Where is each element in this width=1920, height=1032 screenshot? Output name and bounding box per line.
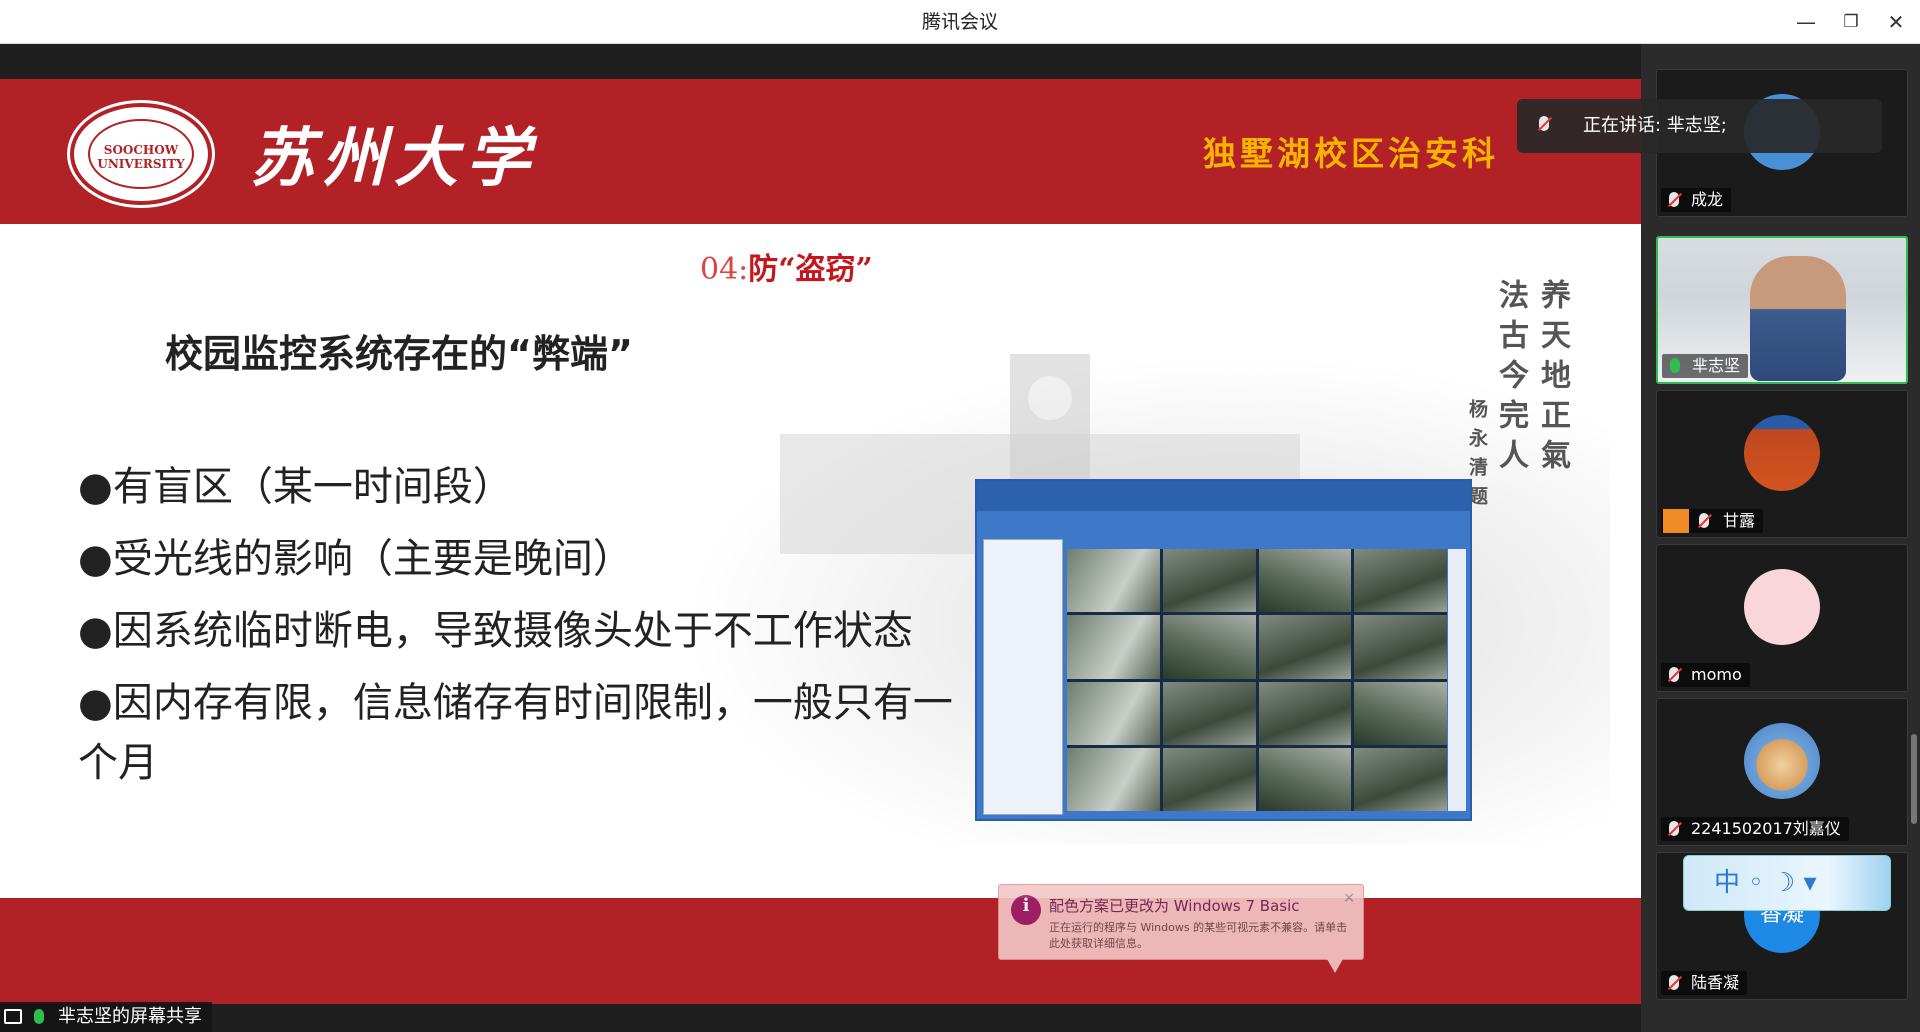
panel-scrollbar[interactable] — [1911, 734, 1917, 824]
bullet-list: ●有盲区（某一时间段） ●受光线的影响（主要是晚间） ●因系统临时断电，导致摄像… — [78, 457, 958, 805]
participant-avatar — [1744, 723, 1820, 799]
mic-on-icon — [34, 1009, 44, 1024]
university-name: 苏州大学 — [250, 121, 538, 196]
camera-feed — [1162, 549, 1256, 613]
camera-feed — [1162, 747, 1256, 811]
camera-feed — [1354, 615, 1447, 679]
participant-video-person — [1750, 256, 1846, 381]
mic-muted-icon — [1699, 513, 1709, 528]
mic-muted-icon — [1669, 821, 1679, 836]
close-button[interactable]: ✕ — [1874, 0, 1918, 44]
mic-muted-icon — [1539, 116, 1549, 131]
surveillance-system-screenshot — [975, 479, 1472, 821]
camera-feed — [1258, 681, 1352, 745]
screen-share-label: 芈志坚的屏幕共享 — [0, 1002, 212, 1032]
bullet-item: ●有盲区（某一时间段） — [78, 464, 513, 510]
participant-name: 2241502017刘嘉仪 — [1661, 817, 1849, 841]
department-name: 独墅湖校区治安科 — [1203, 134, 1499, 173]
surveillance-toolbar — [977, 481, 1470, 511]
mic-muted-icon — [1669, 667, 1679, 682]
ime-toolbar[interactable]: 中 ◦ ☽ ▾ — [1683, 855, 1891, 911]
participant-name: momo — [1661, 663, 1750, 687]
camera-feed — [1067, 549, 1160, 613]
mic-muted-icon — [1669, 975, 1679, 990]
window-title: 腾讯会议 — [921, 11, 998, 33]
camera-feed — [1162, 615, 1256, 679]
camera-feed — [1354, 681, 1447, 745]
participant-name: 甘露 — [1661, 509, 1764, 533]
slide-header-banner: SOOCHOW UNIVERSITY 苏州大学 独墅湖校区治安科 — [0, 79, 1641, 224]
slide-footer-banner — [0, 898, 1641, 1004]
camera-feed — [1162, 681, 1256, 745]
mic-on-icon — [1670, 358, 1680, 373]
calligraphy-line-1: 养天地正氣 — [1535, 279, 1570, 479]
participant-name: 陆香凝 — [1661, 971, 1748, 995]
surveillance-side-controls — [1448, 549, 1466, 811]
restore-button[interactable]: ❐ — [1829, 0, 1873, 44]
speaking-indicator: 正在讲话: 芈志坚; — [1517, 99, 1882, 153]
camera-feed — [1067, 747, 1160, 811]
bullet-item: ●受光线的影响（主要是晚间） — [78, 536, 633, 582]
university-seal-logo: SOOCHOW UNIVERSITY — [70, 103, 212, 205]
camera-feed — [1067, 681, 1160, 745]
camera-feed — [1067, 615, 1160, 679]
participant-avatar — [1744, 569, 1820, 645]
notification-body: 正在运行的程序与 Windows 的某些可视元素不兼容。请单击此处获取详细信息。 — [1049, 921, 1348, 950]
camera-feed — [1258, 549, 1352, 613]
participant-name: 芈志坚 — [1662, 354, 1749, 378]
slide-heading: 校园监控系统存在的“弊端” — [165, 332, 633, 376]
camera-feed — [1258, 615, 1352, 679]
screen-share-icon — [4, 1009, 22, 1024]
participant-tile[interactable]: 甘露 — [1656, 390, 1908, 538]
participant-tile-active[interactable]: 芈志坚 — [1656, 236, 1908, 384]
participant-tile[interactable]: momo — [1656, 544, 1908, 692]
info-icon: i — [1011, 895, 1041, 925]
close-icon[interactable]: × — [1343, 890, 1355, 906]
title-bar: 腾讯会议 — ❐ ✕ — [0, 0, 1920, 44]
mic-muted-icon — [1669, 192, 1679, 207]
camera-feed — [1354, 549, 1447, 613]
camera-grid — [1067, 549, 1447, 811]
windows-notification[interactable]: i 配色方案已更改为 Windows 7 Basic 正在运行的程序与 Wind… — [998, 884, 1364, 973]
bullet-item: ●因系统临时断电，导致摄像头处于不工作状态 — [78, 608, 913, 654]
camera-feed — [1354, 747, 1447, 811]
camera-tree — [983, 539, 1063, 815]
camera-feed — [1258, 747, 1352, 811]
participant-tile[interactable]: 2241502017刘嘉仪 — [1656, 698, 1908, 846]
shared-screen: SOOCHOW UNIVERSITY 苏州大学 独墅湖校区治安科 养天地正氣 法… — [0, 44, 1641, 1032]
notification-title: 配色方案已更改为 Windows 7 Basic — [1049, 897, 1300, 915]
calligraphy-line-2: 法古今完人 — [1493, 279, 1528, 479]
bullet-item: ●因内存有限，信息储存有时间限制，一般只有一个月 — [78, 680, 953, 786]
person-icon — [1663, 509, 1689, 533]
presentation-slide: SOOCHOW UNIVERSITY 苏州大学 独墅湖校区治安科 养天地正氣 法… — [0, 79, 1641, 1004]
slide-subtitle: 04:防“盗窃” — [700, 252, 873, 287]
participant-name: 成龙 — [1661, 188, 1732, 212]
participant-avatar — [1744, 415, 1820, 491]
minimize-button[interactable]: — — [1784, 0, 1828, 44]
notification-tail — [1327, 959, 1343, 973]
